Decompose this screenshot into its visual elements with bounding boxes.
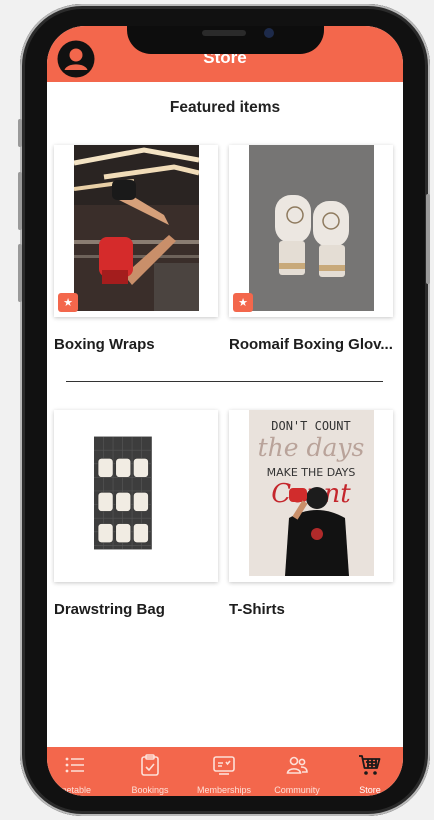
nav-label-community: Community <box>274 785 320 795</box>
poster-text-line1: DON'T COUNT <box>271 419 350 433</box>
featured-star-badge: ★ <box>58 293 78 312</box>
volume-up-button <box>18 172 22 230</box>
nav-item-memberships[interactable]: Memberships <box>188 747 260 796</box>
volume-down-button <box>18 244 22 302</box>
boxing-wraps-photo <box>74 145 199 311</box>
product-name-boxing-wraps[interactable]: Boxing Wraps <box>54 336 155 353</box>
product-card-boxing-wraps[interactable]: ★ <box>54 145 218 317</box>
speaker-grille <box>202 30 246 36</box>
drawstring-bag-photo <box>94 436 152 550</box>
nav-label-timetable: metable <box>58 785 92 795</box>
clipboard-check-icon <box>141 754 159 776</box>
section-title: Featured items <box>169 99 281 116</box>
phone-notch <box>127 26 324 54</box>
product-name-drawstring-bag[interactable]: Drawstring Bag <box>54 601 165 618</box>
boxing-gloves-photo <box>249 145 374 311</box>
list-icon <box>65 757 84 773</box>
poster-text-line3: MAKE THE DAYS <box>267 466 356 479</box>
product-card-t-shirts[interactable]: DON'T COUNT the days MAKE THE DAYS Count <box>229 410 393 582</box>
nav-label-bookings: Bookings <box>131 785 169 795</box>
cart-icon <box>359 755 381 775</box>
nav-item-bookings[interactable]: Bookings <box>114 747 186 796</box>
nav-item-store[interactable]: Store <box>334 747 403 796</box>
app-screen: Store Featured items ★ ★ Boxing Wraps Ro… <box>47 26 403 796</box>
bottom-navigation: metable Bookings Memberships Community S… <box>47 747 403 796</box>
section-divider <box>66 381 383 382</box>
nav-item-community[interactable]: Community <box>261 747 333 796</box>
product-card-drawstring-bag[interactable] <box>54 410 218 582</box>
nav-label-store: Store <box>359 785 381 795</box>
mute-switch <box>18 119 22 147</box>
product-card-boxing-gloves[interactable]: ★ <box>229 145 393 317</box>
nav-item-timetable[interactable]: metable <box>47 747 111 796</box>
membership-card-icon <box>213 756 235 775</box>
product-name-t-shirts[interactable]: T-Shirts <box>229 601 285 618</box>
front-camera <box>264 28 274 38</box>
people-icon <box>286 756 308 774</box>
nav-label-memberships: Memberships <box>196 785 252 795</box>
power-button <box>426 194 430 284</box>
featured-star-badge: ★ <box>233 293 253 312</box>
product-name-boxing-gloves[interactable]: Roomaif Boxing Glov... <box>229 336 393 353</box>
t-shirt-photo: DON'T COUNT the days MAKE THE DAYS Count <box>249 410 374 576</box>
poster-text-line2: the days <box>258 433 365 462</box>
